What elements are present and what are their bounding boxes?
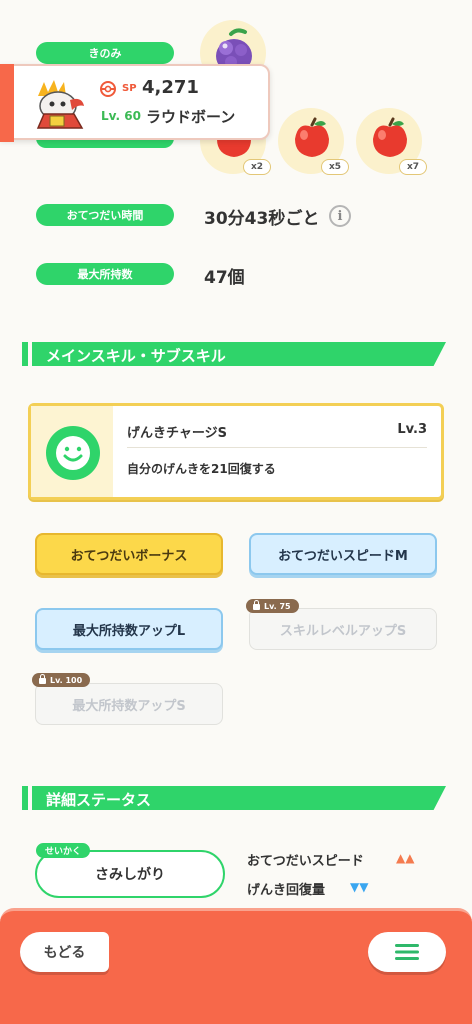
apple-icon	[295, 117, 329, 157]
details-section-header: 詳細ステータス	[22, 786, 446, 810]
ingredient-count-1: x2	[243, 159, 271, 175]
apple-icon	[373, 117, 407, 157]
details-section-title: 詳細ステータス	[46, 791, 152, 809]
main-skill-description: 自分のげんきを21回復する	[127, 462, 276, 476]
card-accent	[0, 64, 14, 142]
main-skill-divider	[127, 447, 427, 448]
sp-value: 4,271	[142, 77, 199, 98]
hamburger-menu-icon	[395, 944, 419, 960]
menu-button[interactable]	[368, 932, 446, 972]
sub-skill-1[interactable]: おてつだいボーナス	[35, 533, 223, 575]
sub-skill-5-lock-level: Lv. 100	[50, 675, 83, 685]
help-time-value: 30分43秒ごと	[204, 209, 320, 229]
nature-value: さみしがり	[95, 867, 165, 883]
nature-down-arrows: ▼▼	[350, 880, 369, 894]
nature-tag: せいかく	[36, 843, 91, 858]
sub-skill-4-lock-level: Lv. 75	[264, 601, 291, 611]
lock-icon	[39, 674, 46, 684]
back-button[interactable]: もどる	[20, 932, 109, 972]
pokemon-name: ラウドボーン	[146, 108, 236, 126]
skills-section-header: メインスキル・サブスキル	[22, 342, 446, 366]
max-carry-label: 最大所持数	[36, 263, 174, 285]
help-time-label: おてつだい時間	[36, 204, 174, 226]
pokemon-level: Lv. 60	[101, 109, 141, 123]
sub-skill-5[interactable]: 最大所持数アップS	[35, 683, 223, 725]
sub-skill-3[interactable]: 最大所持数アップL	[35, 608, 223, 650]
main-skill-level: Lv.3	[397, 422, 427, 437]
lock-icon	[253, 600, 260, 610]
ingredient-count-2: x5	[321, 159, 349, 175]
sub-skill-4-lock: Lv. 75	[246, 599, 299, 613]
ingredient-count-3: x7	[399, 159, 427, 175]
pokemon-card[interactable]: SP 4,271 Lv. 60 ラウドボーン	[0, 64, 270, 142]
main-skill-name: げんきチャージS	[127, 426, 227, 441]
nature-up-arrows: ▲▲	[396, 851, 415, 865]
ingredient-label: きのみ	[36, 42, 174, 64]
skills-section-title: メインスキル・サブスキル	[46, 347, 226, 365]
sub-skill-5-lock: Lv. 100	[32, 673, 91, 687]
sub-skill-2[interactable]: おてつだいスピードM	[249, 533, 437, 575]
sub-skill-4[interactable]: スキルレベルアップS	[249, 608, 437, 650]
pokemon-portrait-icon	[36, 80, 84, 129]
sp-icon	[100, 81, 116, 97]
sp-label: SP	[122, 83, 137, 94]
smile-icon	[46, 426, 100, 480]
info-icon[interactable]: i	[329, 205, 351, 227]
back-button-label: もどる	[43, 945, 86, 961]
main-skill-card[interactable]: げんきチャージS Lv.3 自分のげんきを21回復する	[28, 403, 444, 500]
nature-up-stat: おてつだいスピード	[247, 854, 364, 869]
nature-down-stat: げんき回復量	[247, 883, 326, 898]
max-carry-value: 47個	[204, 268, 245, 288]
